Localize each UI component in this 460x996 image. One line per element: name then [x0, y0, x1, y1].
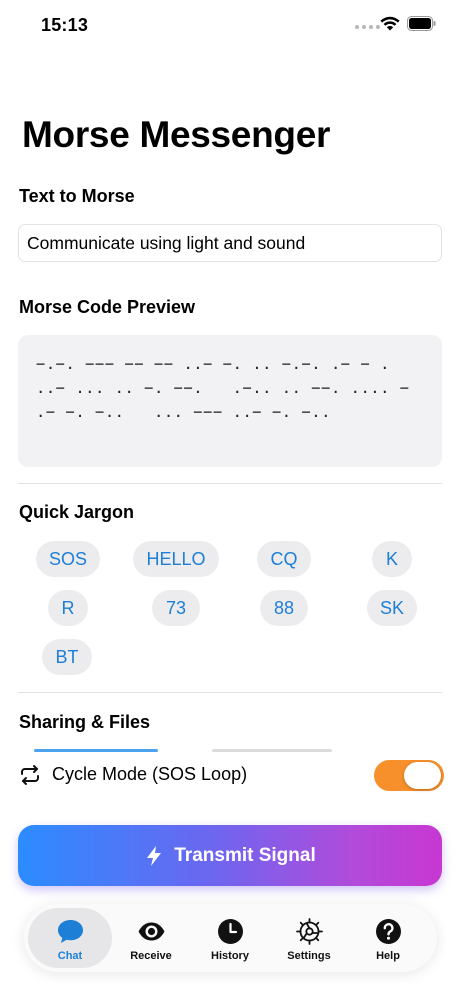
question-icon: [375, 919, 401, 944]
app-title: Morse Messenger: [22, 114, 331, 155]
jargon-chip-cq[interactable]: CQ: [257, 541, 311, 577]
morse-code-preview: −.−. −−− −− −− ..− −. .. −.−. .− − . ..−…: [18, 335, 442, 467]
tab-history[interactable]: History: [188, 908, 272, 968]
jargon-chip-sk[interactable]: SK: [367, 590, 417, 626]
tab-help[interactable]: Help: [346, 908, 430, 968]
tab-label: Chat: [57, 950, 83, 962]
battery-icon: [407, 16, 436, 31]
text-to-morse-heading: Text to Morse: [19, 186, 135, 206]
tab-label: Settings: [287, 950, 331, 962]
transmit-signal-label: Transmit Signal: [174, 844, 316, 866]
morse-preview-heading: Morse Code Preview: [19, 297, 196, 317]
tab-label: History: [211, 950, 249, 962]
cycle-mode-toggle[interactable]: [374, 760, 444, 791]
jargon-chip-hello[interactable]: HELLO: [133, 541, 219, 577]
eye-icon: [138, 922, 164, 941]
jargon-chip-73[interactable]: 73: [152, 590, 200, 626]
toggle-knob: [404, 762, 441, 789]
tab-bar: Chat Receive History Settings Help: [24, 904, 437, 972]
text-input[interactable]: [18, 224, 442, 262]
divider: [18, 692, 442, 693]
files-button-peek[interactable]: [212, 749, 332, 752]
jargon-chip-r[interactable]: R: [48, 590, 88, 626]
sharing-files-heading: Sharing & Files: [19, 712, 151, 732]
signal-dots-icon: [355, 25, 380, 29]
jargon-chip-88[interactable]: 88: [260, 590, 308, 626]
jargon-chip-sos[interactable]: SOS: [36, 541, 100, 577]
status-time: 15:13: [41, 15, 89, 35]
tab-chat[interactable]: Chat: [28, 908, 112, 968]
wifi-icon: [380, 16, 400, 31]
chat-bubble-icon: [57, 920, 83, 943]
bolt-icon: [147, 845, 162, 866]
repeat-icon: [21, 765, 39, 785]
tab-label: Help: [376, 950, 400, 962]
tab-settings[interactable]: Settings: [267, 908, 351, 968]
tab-receive[interactable]: Receive: [109, 908, 193, 968]
divider: [18, 483, 442, 484]
clock-icon: [217, 919, 243, 944]
jargon-chip-bt[interactable]: BT: [42, 639, 92, 675]
transmit-signal-button[interactable]: Transmit Signal: [18, 825, 442, 886]
cycle-mode-label: Cycle Mode (SOS Loop): [52, 764, 248, 784]
jargon-chip-k[interactable]: K: [372, 541, 412, 577]
gear-icon: [295, 918, 323, 945]
share-button-peek[interactable]: [34, 749, 158, 752]
tab-label: Receive: [130, 950, 172, 962]
status-bar: 15:13: [0, 0, 460, 52]
quick-jargon-heading: Quick Jargon: [19, 502, 135, 522]
